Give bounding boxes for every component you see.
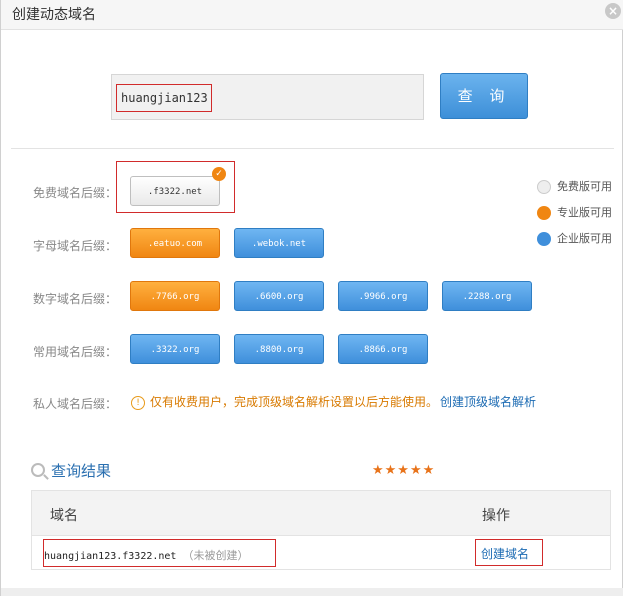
close-icon[interactable]: × bbox=[605, 3, 621, 19]
create-dynamic-domain-dialog: 创建动态域名 × 查 询 免费域名后缀： .f3322.net ✓ 免费版可用 … bbox=[0, 0, 623, 596]
common-suffix-label: 常用域名后缀： bbox=[33, 345, 118, 359]
divider bbox=[11, 148, 614, 149]
number-suffix-label: 数字域名后缀： bbox=[33, 292, 118, 306]
private-suffix-note: ! 仅有收费用户，完成顶级域名解析设置以后方能使用。 创建顶级域名解析 bbox=[131, 393, 536, 410]
legend-professional: 专业版可用 bbox=[537, 204, 612, 220]
create-top-level-resolution-link[interactable]: 创建顶级域名解析 bbox=[440, 395, 536, 409]
free-suffix-label: 免费域名后缀： bbox=[33, 186, 118, 200]
search-icon bbox=[31, 463, 45, 477]
professional-dot-icon bbox=[537, 206, 551, 220]
domain-name-input[interactable] bbox=[116, 84, 212, 112]
info-icon: ! bbox=[131, 395, 145, 410]
suffix-option-8800-org[interactable]: .8800.org bbox=[234, 334, 324, 364]
dialog-bottom-bar bbox=[1, 588, 623, 596]
suffix-option-webok-net[interactable]: .webok.net bbox=[234, 228, 324, 258]
suffix-option-8866-org[interactable]: .8866.org bbox=[338, 334, 428, 364]
suffix-option-7766-org[interactable]: .7766.org bbox=[130, 281, 220, 311]
suffix-option-2288-org[interactable]: .2288.org bbox=[442, 281, 532, 311]
search-box bbox=[111, 74, 424, 120]
column-header-domain: 域名 bbox=[50, 508, 78, 524]
suffix-option-f3322-net[interactable]: .f3322.net bbox=[130, 176, 220, 206]
enterprise-dot-icon bbox=[537, 232, 551, 246]
suffix-option-9966-org[interactable]: .9966.org bbox=[338, 281, 428, 311]
result-domain-highlight bbox=[43, 539, 276, 567]
results-table-header: 域名 操作 bbox=[32, 491, 610, 536]
suffix-option-6600-org[interactable]: .6600.org bbox=[234, 281, 324, 311]
query-results-heading: 查询结果 bbox=[31, 460, 111, 481]
suffix-option-3322-org[interactable]: .3322.org bbox=[130, 334, 220, 364]
private-note-text: 仅有收费用户，完成顶级域名解析设置以后方能使用。 bbox=[150, 395, 439, 409]
suffix-option-eatuo-com[interactable]: .eatuo.com bbox=[130, 228, 220, 258]
rating-stars-icon: ★★★★★ bbox=[372, 463, 436, 478]
query-button[interactable]: 查 询 bbox=[440, 73, 528, 119]
dialog-title: 创建动态域名 bbox=[12, 7, 96, 23]
legend-enterprise: 企业版可用 bbox=[537, 230, 612, 246]
private-suffix-label: 私人域名后缀： bbox=[33, 397, 118, 411]
letter-suffix-label: 字母域名后缀： bbox=[33, 239, 118, 253]
column-header-action: 操作 bbox=[482, 508, 510, 524]
selected-check-icon: ✓ bbox=[212, 167, 226, 181]
dialog-titlebar: 创建动态域名 × bbox=[1, 0, 623, 30]
legend-free: 免费版可用 bbox=[537, 178, 612, 194]
free-dot-icon bbox=[537, 180, 551, 194]
create-domain-highlight bbox=[475, 539, 543, 566]
